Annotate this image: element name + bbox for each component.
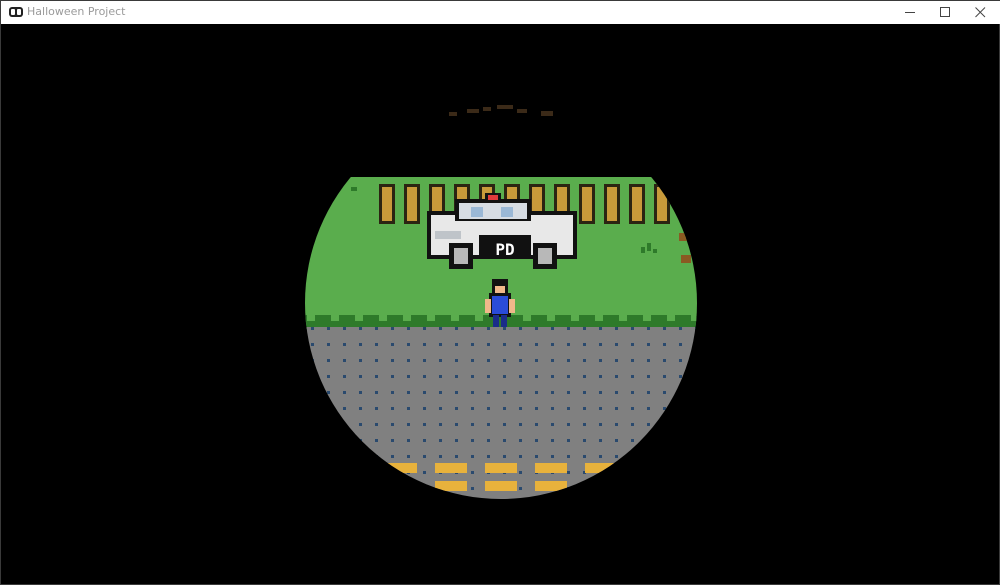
game-viewport[interactable]: PD [4, 24, 998, 583]
window-title: Halloween Project [27, 5, 126, 18]
game-window: Halloween Project PD [0, 0, 1000, 585]
maximize-button[interactable] [928, 1, 962, 24]
close-icon [975, 7, 986, 18]
close-button[interactable] [963, 1, 997, 24]
minimize-button[interactable] [893, 1, 927, 24]
gamepad-icon [9, 7, 23, 17]
police-car-label: PD [495, 240, 514, 259]
title-bar[interactable]: Halloween Project [1, 1, 1000, 24]
minimize-icon [905, 12, 915, 13]
maximize-icon [940, 7, 950, 17]
